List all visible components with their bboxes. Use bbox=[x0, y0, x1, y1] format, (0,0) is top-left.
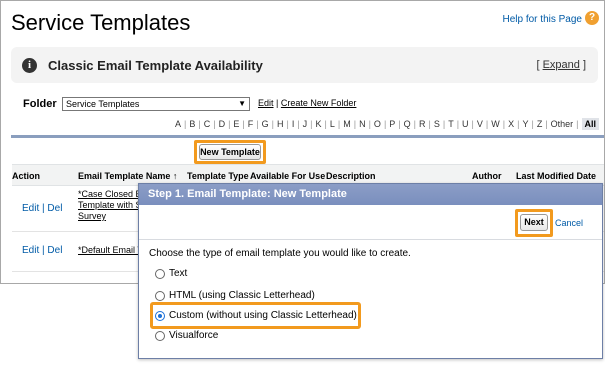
alpha-sep: | bbox=[442, 119, 446, 129]
alpha-sep: | bbox=[324, 119, 327, 129]
alpha-filter-letter[interactable]: Other bbox=[551, 119, 574, 129]
alpha-sep: | bbox=[413, 119, 416, 129]
question-icon[interactable]: ? bbox=[585, 11, 599, 25]
alpha-sep: | bbox=[471, 119, 474, 129]
option-text-label: Text bbox=[169, 268, 188, 279]
alpha-filter-letter[interactable]: G bbox=[262, 119, 269, 129]
dialog-title: Step 1. Email Template: New Template bbox=[139, 184, 602, 205]
expand-link[interactable]: [ Expand ] bbox=[536, 59, 586, 71]
alpha-sep: | bbox=[198, 119, 201, 129]
alpha-sep: | bbox=[545, 119, 548, 129]
chevron-down-icon: ▼ bbox=[238, 99, 246, 108]
cancel-link[interactable]: Cancel bbox=[555, 218, 583, 228]
folder-select-value: Service Templates bbox=[66, 99, 140, 109]
alpha-sep: | bbox=[502, 119, 506, 129]
bracket-close: ] bbox=[582, 59, 586, 71]
expand-label[interactable]: Expand bbox=[543, 59, 580, 71]
alpha-sep: | bbox=[368, 119, 371, 129]
alpha-filter-letter[interactable]: M bbox=[343, 119, 351, 129]
alpha-sep: | bbox=[310, 119, 313, 129]
option-custom[interactable]: Custom (without using Classic Letterhead… bbox=[155, 310, 357, 321]
alpha-filter-letter[interactable]: R bbox=[419, 119, 426, 129]
info-icon: i bbox=[22, 58, 37, 73]
alpha-sep: | bbox=[428, 119, 431, 129]
template-name-link[interactable]: *Default Email T bbox=[78, 245, 142, 256]
alpha-sep: | bbox=[353, 119, 357, 129]
action-sep: | bbox=[42, 245, 45, 256]
bracket-open: [ bbox=[536, 59, 540, 71]
column-description[interactable]: Description bbox=[326, 171, 376, 181]
template-name-line: Template with S bbox=[78, 200, 142, 210]
row-actions: Edit | Del bbox=[22, 245, 62, 256]
option-custom-label: Custom (without using Classic Letterhead… bbox=[169, 310, 357, 321]
alpha-sep: | bbox=[213, 119, 216, 129]
alpha-sep: | bbox=[485, 119, 489, 129]
radio-html[interactable] bbox=[155, 290, 165, 301]
template-name-line: *Default Email T bbox=[78, 245, 142, 255]
page-title: Service Templates bbox=[11, 10, 191, 35]
template-name-line: *Case Closed E bbox=[78, 189, 142, 199]
column-last-modified[interactable]: Last Modified Date bbox=[516, 171, 596, 181]
alpha-sep: | bbox=[271, 119, 274, 129]
template-name-line: Survey bbox=[78, 211, 107, 221]
alpha-filter-letter[interactable]: K bbox=[316, 119, 322, 129]
column-author[interactable]: Author bbox=[472, 171, 502, 181]
alpha-sep: | bbox=[456, 119, 460, 129]
edit-link[interactable]: Edit bbox=[22, 245, 39, 256]
radio-text[interactable] bbox=[155, 268, 165, 279]
option-html-label: HTML (using Classic Letterhead) bbox=[169, 290, 315, 301]
alpha-filter-letter[interactable]: S bbox=[434, 119, 440, 129]
alpha-sep: | bbox=[242, 119, 245, 129]
alpha-filter-all[interactable]: All bbox=[581, 118, 600, 130]
column-action: Action bbox=[12, 171, 40, 181]
folder-select[interactable]: Service Templates ▼ bbox=[62, 97, 250, 111]
alpha-filter-letter[interactable]: W bbox=[491, 119, 500, 129]
new-template-dialog: Step 1. Email Template: New Template Nex… bbox=[138, 183, 603, 359]
alpha-sep: | bbox=[531, 119, 534, 129]
alpha-sep: | bbox=[286, 119, 289, 129]
alpha-filter-letter[interactable]: T bbox=[448, 119, 454, 129]
alpha-sep: | bbox=[576, 119, 579, 129]
edit-folder-link[interactable]: Edit bbox=[258, 98, 274, 108]
option-text[interactable]: Text bbox=[155, 268, 187, 279]
del-link[interactable]: Del bbox=[47, 245, 62, 256]
option-html[interactable]: HTML (using Classic Letterhead) bbox=[155, 290, 315, 301]
dialog-divider bbox=[139, 239, 602, 240]
del-link[interactable]: Del bbox=[47, 203, 62, 214]
folder-label: Folder bbox=[23, 98, 57, 110]
template-name-link[interactable]: *Case Closed E Template with S Survey bbox=[78, 189, 142, 222]
alpha-filter-letter[interactable]: U bbox=[462, 119, 469, 129]
folder-links: Edit | Create New Folder bbox=[258, 98, 356, 108]
radio-custom[interactable] bbox=[155, 310, 165, 321]
banner-title: Classic Email Template Availability bbox=[48, 58, 263, 73]
option-visualforce-label: Visualforce bbox=[169, 330, 219, 341]
folder-links-sep: | bbox=[276, 98, 279, 108]
column-name[interactable]: Email Template Name ↑ bbox=[78, 171, 177, 181]
alpha-filter: A | B | C | D | E | F | G | H | I | J | K | L | M | N | O | P | Q | R | S | T |… bbox=[175, 118, 600, 130]
alpha-filter-letter[interactable]: O bbox=[374, 119, 381, 129]
edit-link[interactable]: Edit bbox=[22, 203, 39, 214]
dialog-prompt: Choose the type of email template you wo… bbox=[149, 248, 411, 259]
alpha-sep: | bbox=[297, 119, 300, 129]
radio-visualforce[interactable] bbox=[155, 330, 165, 341]
row-actions: Edit | Del bbox=[22, 203, 62, 214]
column-available[interactable]: Available For Use bbox=[250, 171, 325, 181]
alpha-sep: | bbox=[398, 119, 401, 129]
option-visualforce[interactable]: Visualforce bbox=[155, 330, 218, 341]
next-button[interactable]: Next bbox=[520, 214, 548, 231]
alpha-filter-letter[interactable]: Q bbox=[404, 119, 411, 129]
alpha-sep: | bbox=[256, 119, 259, 129]
help-link[interactable]: Help for this Page bbox=[503, 14, 583, 25]
alpha-filter-letter[interactable]: N bbox=[359, 119, 366, 129]
alpha-filter-letter[interactable]: V bbox=[477, 119, 483, 129]
alpha-sep: | bbox=[337, 119, 341, 129]
availability-banner: i Classic Email Template Availability [ … bbox=[11, 47, 598, 83]
create-folder-link[interactable]: Create New Folder bbox=[281, 98, 357, 108]
action-sep: | bbox=[42, 203, 45, 214]
new-template-button[interactable]: New Template bbox=[199, 144, 261, 160]
column-type[interactable]: Template Type bbox=[187, 171, 249, 181]
